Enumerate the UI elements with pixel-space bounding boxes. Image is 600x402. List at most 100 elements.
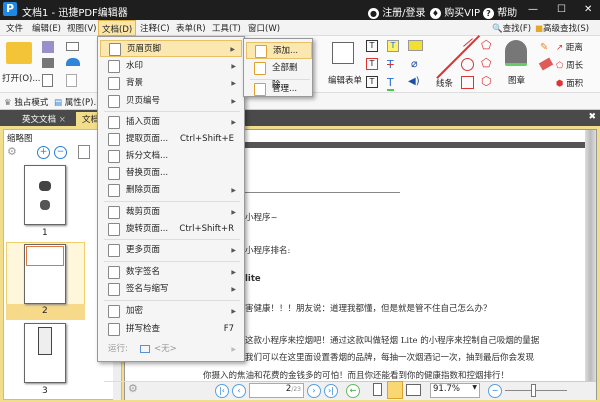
lines-button[interactable]: 线条 xyxy=(436,77,453,89)
menu-item-delete-page[interactable]: 删除页面 ▶ xyxy=(100,182,242,199)
note-icon[interactable] xyxy=(408,40,423,51)
zoom-select[interactable]: 91.7% ▼ xyxy=(430,383,480,398)
line-icon[interactable] xyxy=(436,35,480,79)
blank-page-icon[interactable] xyxy=(66,74,77,87)
rectangle-icon[interactable] xyxy=(461,76,474,89)
menu-item-replace-page[interactable]: 替换页面... xyxy=(100,165,242,182)
area-button[interactable]: 面积 xyxy=(566,79,583,89)
tab-english-doc[interactable]: 英文文档 × xyxy=(16,112,72,126)
polyline-icon[interactable]: ⬠ xyxy=(481,38,491,52)
sound-icon[interactable]: ◀) xyxy=(408,76,420,87)
go-back-icon[interactable]: ← xyxy=(346,384,360,398)
zoom-in-icon[interactable]: + xyxy=(37,146,50,159)
menu-form[interactable]: 表单(R) xyxy=(176,22,206,34)
distance-button[interactable]: 距离 xyxy=(566,43,583,53)
cloud-icon[interactable]: ⬡ xyxy=(481,74,491,88)
submenu-delete-all[interactable]: 全部删除... xyxy=(246,60,312,90)
buy-vip-button[interactable]: ♦ 购买VIP xyxy=(430,4,480,19)
print-icon[interactable] xyxy=(42,58,54,68)
menu-item-background[interactable]: 背景 ▶ xyxy=(100,75,242,92)
vertical-scrollbar[interactable] xyxy=(585,130,596,382)
single-page-icon[interactable] xyxy=(373,383,382,396)
callout-icon[interactable]: T xyxy=(366,58,378,70)
menu-window[interactable]: 窗口(W) xyxy=(248,22,280,34)
run-label: 运行: xyxy=(108,344,128,354)
menu-item-spell-check[interactable]: 拼写检查 F7 xyxy=(100,321,242,338)
ellipse-icon[interactable] xyxy=(461,58,474,71)
menu-separator xyxy=(104,261,240,262)
advanced-find-button[interactable]: ■高级查找(S) xyxy=(535,22,590,34)
menu-item-sign-initial[interactable]: 签名与缩写 ▶ xyxy=(100,281,242,298)
underline-icon[interactable]: T xyxy=(387,76,394,91)
pencil-icon[interactable]: ✎ xyxy=(540,42,548,53)
first-page-icon[interactable]: |‹ xyxy=(215,384,229,398)
menu-view[interactable]: 视图(V) xyxy=(67,22,96,34)
menu-item-run: 运行: <无> ▶ xyxy=(100,341,242,358)
stamp-button[interactable]: 图章 xyxy=(508,74,525,86)
maximize-button[interactable]: ☐ xyxy=(557,4,566,15)
menu-tools[interactable]: 工具(T) xyxy=(212,22,241,34)
menu-item-digital-signature[interactable]: 数字签名 ▶ xyxy=(100,264,242,281)
menu-item-header-footer[interactable]: 页眉页脚 ▶ xyxy=(100,40,242,57)
eraser-icon[interactable] xyxy=(538,57,554,71)
highlight-text-icon[interactable]: T xyxy=(387,40,399,52)
submenu-add[interactable]: 添加... xyxy=(246,42,312,59)
prev-page-icon[interactable]: ‹ xyxy=(232,384,246,398)
close-all-icon[interactable]: ✖ xyxy=(588,112,596,122)
window-title: 文档1 - 迅捷PDF编辑器 xyxy=(22,8,128,19)
menu-item-split-doc[interactable]: 拆分文档... xyxy=(100,148,242,165)
properties-button[interactable]: ▤ 属性(P)... xyxy=(54,96,102,108)
menu-item-more-pages[interactable]: 更多页面 ▶ xyxy=(100,242,242,259)
thumbnail-label: 2 xyxy=(42,306,48,316)
next-page-icon[interactable]: › xyxy=(307,384,321,398)
thumbnail-page-2[interactable] xyxy=(24,244,66,304)
new-doc-icon[interactable] xyxy=(42,74,53,87)
last-page-icon[interactable]: ›| xyxy=(324,384,338,398)
rotate-thumbnail-icon[interactable] xyxy=(78,145,90,159)
menu-item-extract-page[interactable]: 提取页面... Ctrl+Shift+E xyxy=(100,131,242,148)
close-button[interactable]: ✕ xyxy=(584,4,592,15)
thumbnail-page-1[interactable] xyxy=(24,165,66,225)
menu-item-watermark[interactable]: 水印 ▶ xyxy=(100,58,242,75)
settings-icon[interactable]: ⚙ xyxy=(128,382,138,395)
minimize-button[interactable]: — xyxy=(528,4,538,15)
two-page-icon[interactable] xyxy=(406,384,421,396)
help-button[interactable]: ? 帮助 xyxy=(483,4,517,19)
help-label: 帮助 xyxy=(497,8,518,19)
save-icon[interactable] xyxy=(42,41,54,53)
zoom-slider-handle[interactable] xyxy=(531,384,536,397)
menu-file[interactable]: 文件 xyxy=(6,22,23,34)
find-button[interactable]: 🔍查找(F) xyxy=(492,22,532,34)
textbox-icon[interactable]: T xyxy=(366,40,378,52)
menu-item-page-number[interactable]: 贝页编号 ▶ xyxy=(100,93,242,110)
thumbnail-settings-icon[interactable]: ⚙ xyxy=(7,145,17,158)
perimeter-button[interactable]: 周长 xyxy=(566,61,583,71)
crop-page-icon xyxy=(108,206,120,219)
menu-document[interactable]: 文档(D) xyxy=(98,20,137,36)
thumbnail-page-3[interactable] xyxy=(24,323,66,383)
open-button[interactable]: 打开(O)... xyxy=(2,72,40,84)
typewriter-icon[interactable]: T xyxy=(366,76,378,88)
edit-form-button[interactable]: 编辑表单 xyxy=(328,74,362,86)
email-icon[interactable] xyxy=(66,42,79,51)
menu-item-rotate-page[interactable]: 旋转页面... Ctrl+Shift+R xyxy=(100,221,242,238)
zoom-out-button[interactable]: − xyxy=(488,384,502,398)
menu-item-crop-page[interactable]: 裁剪页面 ▶ xyxy=(100,204,242,221)
menu-comment[interactable]: 注释(C) xyxy=(140,22,170,34)
page-number-input[interactable]: 2/23 xyxy=(249,383,304,398)
submenu-manage[interactable]: 管理... xyxy=(246,81,312,98)
strikeout-icon[interactable]: T xyxy=(387,58,394,71)
menu-item-insert-page[interactable]: 插入页面 ▶ xyxy=(100,114,242,131)
zoom-out-icon[interactable]: − xyxy=(54,146,67,159)
menu-edit[interactable]: 编辑(E) xyxy=(32,22,61,34)
zoom-slider[interactable] xyxy=(505,390,567,391)
scan-icon[interactable] xyxy=(66,58,80,66)
doc-text-line: 我们可以在这里面设置香烟的品牌，每抽一次烟酒记一次，抽到最后你会发现 xyxy=(245,353,535,363)
continuous-page-icon[interactable] xyxy=(387,381,403,399)
close-tab-icon[interactable]: × xyxy=(59,115,66,125)
register-button[interactable]: ● 注册/登录 xyxy=(368,4,426,19)
exclusive-mode-button[interactable]: ♛ 独占模式 xyxy=(4,96,48,108)
attachment-icon[interactable]: ⌀ xyxy=(411,57,418,70)
polygon-icon[interactable]: ⬠ xyxy=(481,56,491,70)
menu-item-encrypt[interactable]: 加密 ▶ xyxy=(100,303,242,320)
